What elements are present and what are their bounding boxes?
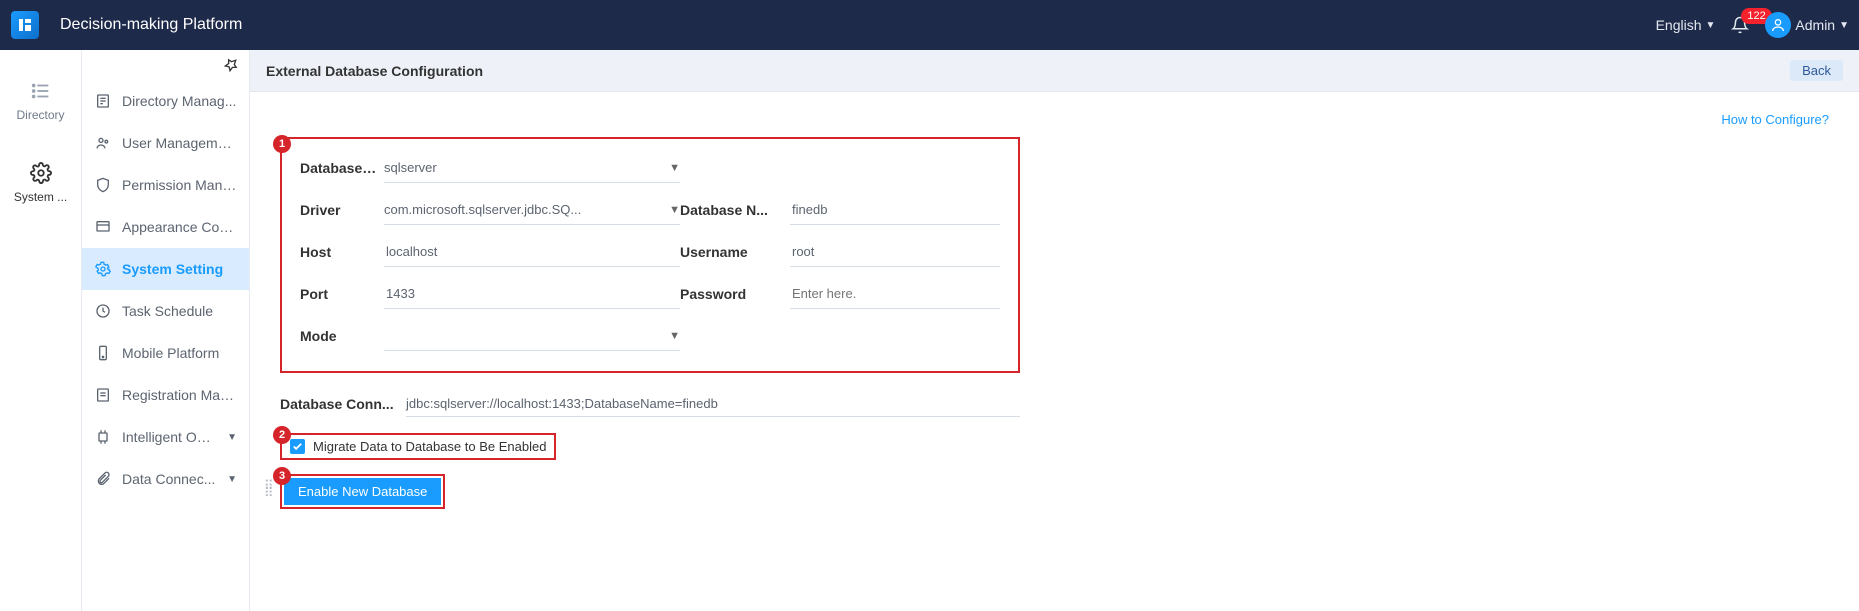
user-menu[interactable]: Admin ▼ (1765, 12, 1849, 38)
appearance-icon (94, 218, 112, 236)
file-text-icon (94, 386, 112, 404)
back-button[interactable]: Back (1790, 60, 1843, 81)
sidebar-item-data-connection[interactable]: Data Connec... ▼ (82, 458, 249, 500)
sidebar-item-label: Directory Manag... (122, 93, 237, 109)
connection-url-label: Database Conn... (280, 396, 406, 412)
username-label: Username (680, 244, 790, 260)
migrate-section: 2 Migrate Data to Database to Be Enabled (280, 433, 556, 460)
gear-icon (94, 260, 112, 278)
chevron-down-icon: ▼ (227, 432, 237, 443)
database-form-section: 1 Database T... sqlserver ▼ Driver (280, 137, 1020, 373)
port-input[interactable] (384, 279, 680, 309)
language-label: English (1656, 17, 1702, 33)
sidebar-item-label: Registration Man... (122, 387, 237, 403)
mode-select[interactable]: ▼ (384, 321, 680, 351)
db-type-label: Database T... (300, 160, 384, 176)
sidebar-item-label: System Setting (122, 261, 237, 277)
chevron-down-icon: ▼ (1706, 20, 1716, 31)
language-selector[interactable]: English ▼ (1656, 17, 1716, 33)
db-type-select[interactable]: sqlserver ▼ (384, 153, 680, 183)
help-link[interactable]: How to Configure? (280, 112, 1829, 127)
chevron-down-icon: ▼ (1839, 20, 1849, 31)
chip-icon (94, 428, 112, 446)
users-icon (94, 134, 112, 152)
logo-icon (11, 11, 39, 39)
username-input[interactable] (790, 237, 1000, 267)
driver-select[interactable]: com.microsoft.sqlserver.jdbc.SQ... ▼ (384, 195, 680, 225)
enable-section: 3 ⠿⠿ Enable New Database (280, 474, 445, 509)
chevron-down-icon: ▼ (227, 474, 237, 485)
sidebar-item-label: Appearance Conf... (122, 219, 237, 235)
step-badge-3: 3 (273, 467, 291, 485)
sidebar-item-permission-management[interactable]: Permission Mana... (82, 164, 249, 206)
step-badge-2: 2 (273, 426, 291, 444)
chevron-down-icon: ▼ (669, 330, 680, 342)
leftbar-label: Directory (16, 108, 64, 122)
sidebar-item-user-management[interactable]: User Management (82, 122, 249, 164)
clock-icon (94, 302, 112, 320)
leftbar-item-system[interactable]: System ... (0, 162, 82, 204)
app-logo (0, 0, 50, 50)
sidebar-item-mobile-platform[interactable]: Mobile Platform (82, 332, 249, 374)
shield-icon (94, 176, 112, 194)
dbname-label: Database N... (680, 202, 790, 218)
sidebar-item-label: Data Connec... (122, 471, 217, 487)
sidebar-item-label: Mobile Platform (122, 345, 237, 361)
gear-icon (30, 162, 52, 184)
check-icon (292, 441, 303, 452)
dbname-input[interactable] (790, 195, 1000, 225)
driver-label: Driver (300, 202, 384, 218)
chevron-down-icon: ▼ (669, 204, 680, 216)
chevron-down-icon: ▼ (669, 162, 680, 174)
sidebar-item-appearance-config[interactable]: Appearance Conf... (82, 206, 249, 248)
step-badge-1: 1 (273, 135, 291, 153)
file-icon (94, 92, 112, 110)
sidebar-item-registration-management[interactable]: Registration Man... (82, 374, 249, 416)
sidebar-item-intelligent-om[interactable]: Intelligent O&M ▼ (82, 416, 249, 458)
sidebar-item-system-setting[interactable]: System Setting (82, 248, 249, 290)
list-icon (30, 80, 52, 102)
migrate-checkbox[interactable] (290, 439, 305, 454)
mobile-icon (94, 344, 112, 362)
host-input[interactable] (384, 237, 680, 267)
notifications-button[interactable]: 122 (1731, 16, 1749, 34)
avatar (1765, 12, 1791, 38)
sidebar-item-label: Task Schedule (122, 303, 237, 319)
sidebar-item-label: Intelligent O&M (122, 429, 217, 445)
password-input[interactable] (790, 279, 1000, 309)
user-label: Admin (1795, 17, 1835, 33)
attachment-icon (94, 470, 112, 488)
leftbar-item-directory[interactable]: Directory (0, 80, 82, 122)
password-label: Password (680, 286, 790, 302)
leftbar-label: System ... (14, 190, 67, 204)
host-label: Host (300, 244, 384, 260)
pin-icon[interactable] (223, 57, 239, 73)
sidebar-item-task-schedule[interactable]: Task Schedule (82, 290, 249, 332)
connection-url-value: jdbc:sqlserver://localhost:1433;Database… (406, 391, 1020, 417)
page-title: External Database Configuration (266, 63, 483, 79)
sidebar-item-label: Permission Mana... (122, 177, 237, 193)
enable-new-database-button[interactable]: Enable New Database (284, 478, 441, 505)
sidebar-item-label: User Management (122, 135, 237, 151)
migrate-label: Migrate Data to Database to Be Enabled (313, 439, 546, 454)
app-title: Decision-making Platform (60, 16, 242, 34)
sidebar-item-directory-management[interactable]: Directory Manag... (82, 80, 249, 122)
drag-handle-icon: ⠿⠿ (264, 482, 272, 496)
user-icon (1770, 17, 1786, 33)
mode-label: Mode (300, 328, 384, 344)
port-label: Port (300, 286, 384, 302)
